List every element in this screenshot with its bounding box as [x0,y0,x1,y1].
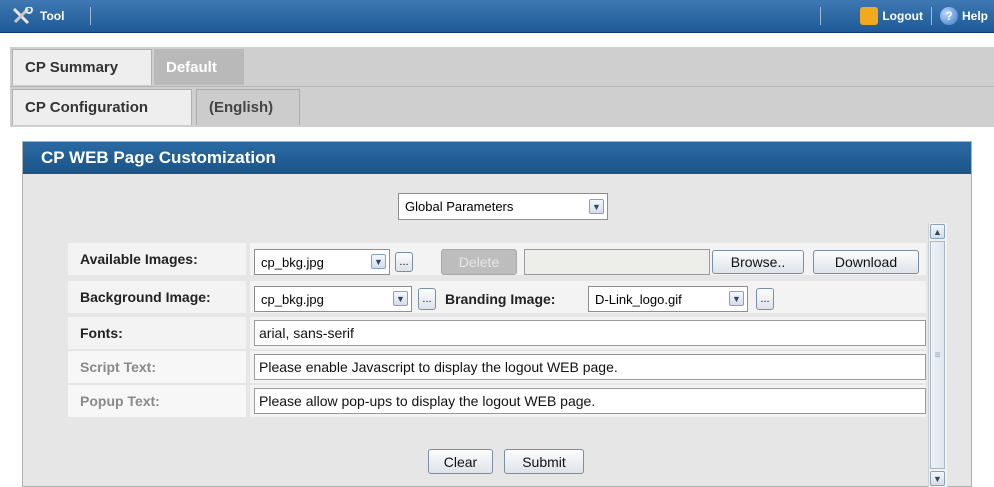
available-images-row: Available Images: cp_bkg.jpg ▼ ... Delet… [68,243,926,277]
submit-button[interactable]: Submit [504,449,584,474]
branding-image-more-button[interactable]: ... [756,288,774,310]
tab-cp-configuration[interactable]: CP Configuration [12,89,192,125]
popup-text-row: Popup Text: Please allow pop-ups to disp… [68,385,926,419]
toolbar-divider [90,7,91,25]
available-images-label: Available Images: [68,243,246,275]
script-text-row: Script Text: Please enable Javascript to… [68,351,926,385]
background-image-select[interactable]: cp_bkg.jpg ▼ [254,286,412,312]
tool-label: Tool [40,9,65,23]
popup-text-label: Popup Text: [68,385,246,417]
logout-label: Logout [882,9,923,23]
logout-link[interactable]: Logout [860,7,923,25]
branding-image-select[interactable]: D-Link_logo.gif ▼ [588,286,748,312]
clear-button[interactable]: Clear [428,449,493,474]
fonts-row: Fonts: arial, sans-serif [68,317,926,351]
tab-cp-summary[interactable]: CP Summary [12,49,152,85]
background-image-more-button[interactable]: ... [418,288,436,310]
branding-image-label: Branding Image: [445,291,556,307]
tab-default[interactable]: Default [154,49,244,85]
parameter-select[interactable]: Global Parameters ▼ [398,193,608,220]
fonts-label: Fonts: [68,317,246,349]
branding-image-value: D-Link_logo.gif [595,291,682,307]
script-text-input[interactable]: Please enable Javascript to display the … [254,354,926,380]
secondary-tab-bar: CP Configuration (English) [10,86,994,127]
chevron-down-icon: ▼ [729,291,744,306]
parameter-select-value: Global Parameters [405,199,514,214]
tools-icon [12,7,33,25]
download-button[interactable]: Download [813,250,919,274]
tool-menu[interactable]: Tool [10,7,64,25]
key-icon [860,7,879,25]
toolbar-divider [930,7,932,25]
scroll-up-icon[interactable]: ▲ [930,224,945,239]
chevron-down-icon: ▼ [371,254,386,269]
tab-english[interactable]: (English) [196,89,300,125]
vertical-scrollbar[interactable]: ▲ ≡ ▼ [928,223,947,487]
available-images-value: cp_bkg.jpg [261,254,324,270]
background-image-value: cp_bkg.jpg [261,291,324,307]
available-images-select[interactable]: cp_bkg.jpg ▼ [254,249,390,275]
scroll-thumb[interactable]: ≡ [930,241,945,469]
scroll-down-icon[interactable]: ▼ [930,471,945,486]
panel-title: CP WEB Page Customization [23,142,971,174]
file-path-input[interactable] [524,249,710,275]
background-image-row: Background Image: cp_bkg.jpg ▼ ... Brand… [68,281,926,315]
popup-text-input[interactable]: Please allow pop-ups to display the logo… [254,388,926,414]
help-icon: ? [939,7,958,25]
fonts-input[interactable]: arial, sans-serif [254,320,926,346]
help-label: Help [961,9,988,23]
top-toolbar: Tool Logout ? Help [0,0,994,33]
chevron-down-icon: ▼ [393,291,408,306]
toolbar-divider [820,7,821,25]
script-text-label: Script Text: [68,351,246,383]
help-link[interactable]: ? Help [939,7,988,25]
primary-tab-bar: CP Summary Default [10,47,994,86]
chevron-down-icon: ▼ [589,199,604,214]
available-images-more-button[interactable]: ... [395,252,413,272]
delete-button[interactable]: Delete [441,249,517,275]
browse-button[interactable]: Browse.. [712,250,804,274]
background-image-label: Background Image: [68,281,246,313]
